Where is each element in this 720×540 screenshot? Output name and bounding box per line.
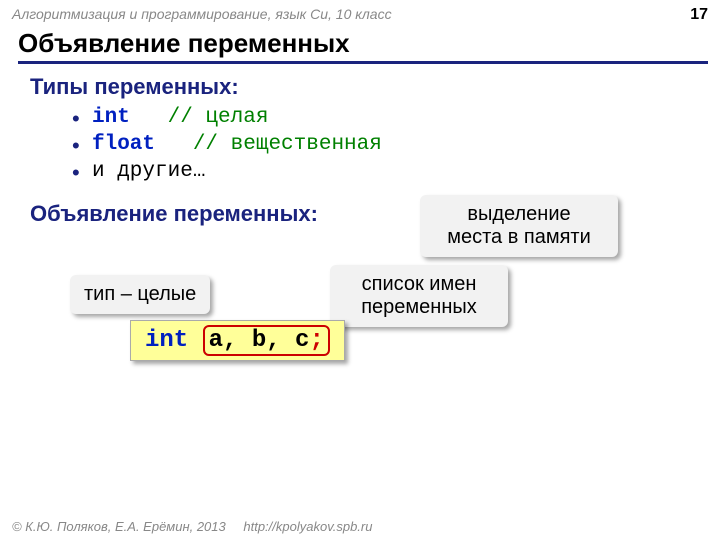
list-item: int // целая bbox=[92, 106, 690, 129]
type-list: int // целая float // вещественная и дру… bbox=[52, 106, 690, 183]
list-item: float // вещественная bbox=[92, 133, 690, 156]
comment: // вещественная bbox=[193, 133, 382, 156]
code-example: int a, b, c; bbox=[130, 320, 345, 361]
callout-names: список имен переменных bbox=[330, 265, 508, 327]
header-bar: Алгоритмизация и программирование, язык … bbox=[0, 0, 720, 26]
page-title: Объявление переменных bbox=[18, 28, 708, 64]
course-label: Алгоритмизация и программирование, язык … bbox=[12, 6, 392, 24]
keyword-int: int bbox=[92, 106, 130, 129]
section-types: Типы переменных: bbox=[30, 74, 690, 100]
comment: // целая bbox=[168, 106, 269, 129]
footer-url: http://kpolyakov.spb.ru bbox=[243, 519, 372, 534]
keyword-float: float bbox=[92, 133, 155, 156]
copyright: © К.Ю. Поляков, Е.А. Ерёмин, 2013 bbox=[12, 519, 226, 534]
code-keyword: int bbox=[145, 327, 188, 354]
callout-memory: выделение места в памяти bbox=[420, 195, 618, 257]
page-number: 17 bbox=[690, 6, 708, 24]
footer: © К.Ю. Поляков, Е.А. Ерёмин, 2013 http:/… bbox=[12, 519, 372, 534]
list-item: и другие… bbox=[92, 160, 690, 183]
code-variables: a, b, c; bbox=[203, 325, 330, 356]
callout-type: тип – целые bbox=[70, 275, 210, 314]
